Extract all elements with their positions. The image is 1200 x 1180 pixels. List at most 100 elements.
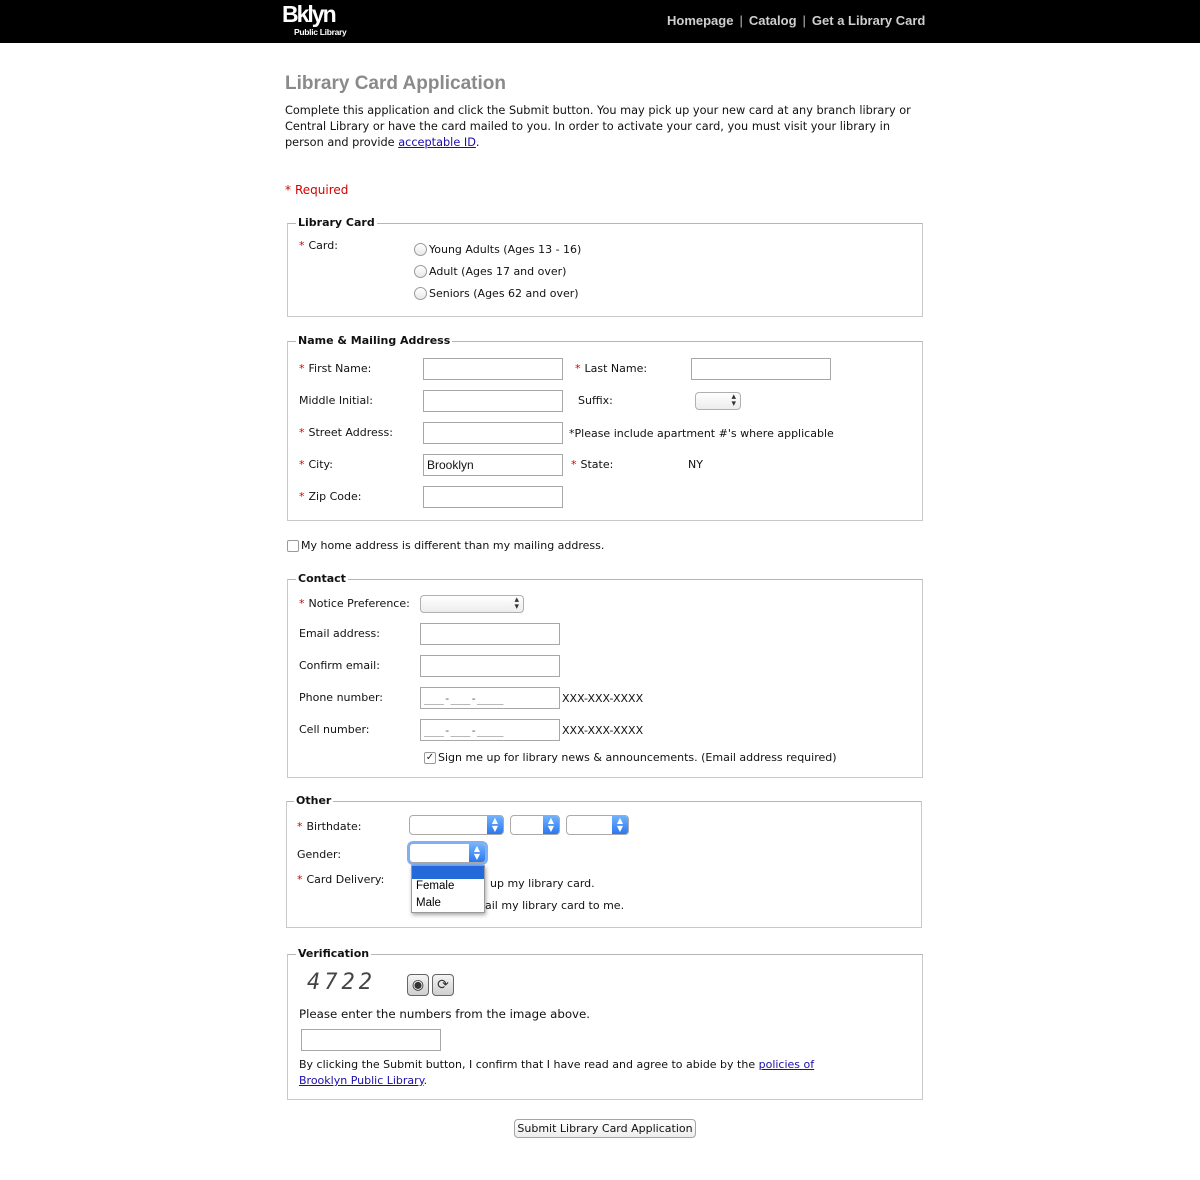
acceptable-id-link[interactable]: acceptable ID [398,136,476,149]
suffix-select[interactable]: ▴ ▾ [695,392,741,410]
logo-wordmark: Bklyn [282,1,337,27]
radio-seniors[interactable] [414,287,427,300]
city-input[interactable] [423,454,563,476]
email-input[interactable] [420,623,560,645]
intro-text: Complete this application and click the … [285,104,911,149]
birthdate-label-text: Birthdate: [306,820,362,833]
state-label-text: State: [580,458,614,471]
chevron-updown-icon: ▲ ▼ [543,816,559,834]
option-seniors: Seniors (Ages 62 and over) [429,287,579,300]
required-text: Required [295,183,349,197]
delivery-option-mail[interactable]: ail my library card to me. [485,899,624,912]
notice-preference-select[interactable]: ▴ ▾ [420,595,524,613]
gender-option-blank[interactable] [412,866,484,879]
home-address-checkbox[interactable] [287,540,299,552]
card-label-text: Card: [308,239,338,252]
delivery-option-pickup[interactable]: up my library card. [490,877,595,890]
birthdate-label: * Birthdate: [297,820,361,833]
zip-code-label-text: Zip Code: [308,490,362,503]
submit-application-button[interactable]: Submit Library Card Application [514,1119,696,1138]
logo-subtitle: Public Library [294,27,347,37]
gender-dropdown-menu[interactable]: Female Male [411,865,485,913]
chevron-updown-icon: ▴ ▾ [514,595,519,612]
cell-label: Cell number: [299,723,370,736]
street-address-label-text: Street Address: [308,426,393,439]
required-asterisk: * [285,183,291,197]
required-asterisk: * [297,873,303,886]
intro-paragraph: Complete this application and click the … [285,103,925,151]
suffix-label: Suffix: [578,394,613,407]
captcha-input[interactable] [301,1029,441,1051]
contact-legend: Contact [296,572,348,585]
gender-label: Gender: [297,848,342,861]
email-label: Email address: [299,627,380,640]
verification-legend: Verification [296,947,372,960]
zip-code-input[interactable] [423,486,563,508]
library-card-legend: Library Card [296,216,377,229]
state-label: * State: [571,458,613,471]
top-nav: Homepage | Catalog | Get a Library Card [667,13,925,28]
nav-separator: | [802,13,806,28]
birth-day-select[interactable]: ▲ ▼ [510,815,560,835]
refresh-icon[interactable]: ⟳ [432,974,454,996]
last-name-input[interactable] [691,358,831,380]
required-asterisk: * [299,426,305,439]
state-value: NY [688,458,703,471]
zip-code-label: * Zip Code: [299,490,361,503]
home-address-label: My home address is different than my mai… [301,539,605,552]
radio-adult[interactable] [414,265,427,278]
library-card-fieldset [287,223,923,317]
card-delivery-label: * Card Delivery: [297,873,384,886]
middle-initial-input[interactable] [423,390,563,412]
option-adult: Adult (Ages 17 and over) [429,265,567,278]
confirm-email-label: Confirm email: [299,659,380,672]
first-name-label: * First Name: [299,362,371,375]
option-young-adults: Young Adults (Ages 13 - 16) [429,243,582,256]
birth-month-select[interactable]: ▲ ▼ [409,815,504,835]
agreement-text: By clicking the Submit button, I confirm… [299,1058,759,1071]
agreement-end: . [423,1074,428,1087]
required-note: * Required [285,183,348,197]
notice-preference-label-text: Notice Preference: [308,597,410,610]
cell-input[interactable] [420,719,560,741]
required-asterisk: * [299,597,305,610]
street-address-label: * Street Address: [299,426,393,439]
newsletter-checkbox[interactable]: ✓ [424,752,436,764]
required-asterisk: * [571,458,577,471]
first-name-input[interactable] [423,358,563,380]
policies-link-continued[interactable]: Brooklyn Public Library [299,1074,424,1087]
city-label: * City: [299,458,333,471]
gender-option-male[interactable]: Male [416,897,441,909]
agreement-line1: By clicking the Submit button, I confirm… [299,1058,814,1071]
phone-input[interactable] [420,687,560,709]
newsletter-label: Sign me up for library news & announceme… [438,751,837,764]
speaker-icon[interactable]: ◉ [407,974,429,996]
required-asterisk: * [299,458,305,471]
last-name-label-text: Last Name: [584,362,648,375]
gender-select[interactable]: ▲ ▼ [409,843,486,863]
card-delivery-label-text: Card Delivery: [306,873,385,886]
nav-get-library-card[interactable]: Get a Library Card [812,13,925,28]
phone-label: Phone number: [299,691,384,704]
required-asterisk: * [575,362,581,375]
birth-year-select[interactable]: ▲ ▼ [566,815,629,835]
intro-end: . [475,136,480,149]
required-asterisk: * [297,820,303,833]
captcha-image: 4722 [307,970,376,995]
chevron-updown-icon: ▲ ▼ [469,844,485,862]
bklyn-logo[interactable]: Bklyn Public Library [282,1,368,39]
gender-option-female[interactable]: Female [416,880,454,892]
card-label: * Card: [299,239,338,252]
chevron-updown-icon: ▲ ▼ [487,816,503,834]
street-address-hint: *Please include apartment #'s where appl… [569,427,834,440]
phone-format-hint: XXX-XXX-XXXX [562,692,644,705]
radio-young-adults[interactable] [414,243,427,256]
cell-format-hint: XXX-XXX-XXXX [562,724,644,737]
nav-catalog[interactable]: Catalog [749,13,797,28]
street-address-input[interactable] [423,422,563,444]
last-name-label: * Last Name: [575,362,647,375]
nav-homepage[interactable]: Homepage [667,13,733,28]
policies-link[interactable]: policies of [759,1058,815,1071]
confirm-email-input[interactable] [420,655,560,677]
site-header: Bklyn Public Library Homepage | Catalog | Ge… [0,0,1200,43]
